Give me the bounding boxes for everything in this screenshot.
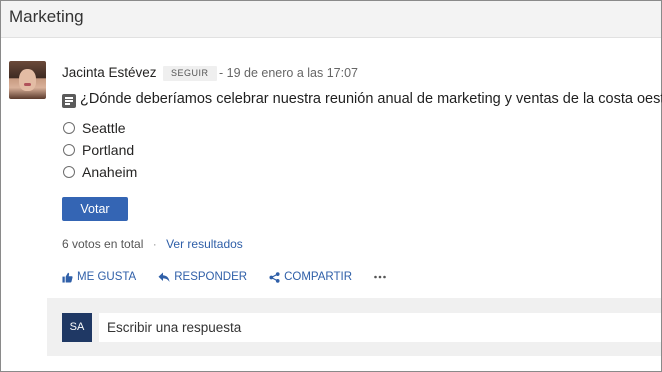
votes-total: 6 votos en total bbox=[62, 237, 144, 251]
reply-arrow-icon bbox=[158, 272, 170, 282]
reply-input[interactable]: Escribir una respuesta bbox=[99, 313, 661, 342]
radio-button[interactable] bbox=[63, 144, 75, 156]
poll-option-anaheim[interactable]: Anaheim bbox=[63, 163, 137, 181]
poll-option-portland[interactable]: Portland bbox=[63, 141, 134, 159]
more-ellipsis-icon bbox=[374, 275, 386, 279]
vote-button[interactable]: Votar bbox=[62, 197, 128, 221]
like-button[interactable]: ME GUSTA bbox=[62, 271, 136, 283]
reply-label: RESPONDER bbox=[174, 271, 248, 283]
more-options-button[interactable] bbox=[374, 275, 390, 279]
like-label: ME GUSTA bbox=[77, 271, 137, 283]
share-button[interactable]: COMPARTIR bbox=[269, 271, 352, 283]
option-label: Seattle bbox=[82, 120, 126, 136]
poll-question: ¿Dónde deberíamos celebrar nuestra reuni… bbox=[80, 91, 662, 107]
poll-icon bbox=[62, 94, 76, 108]
share-label: COMPARTIR bbox=[284, 271, 353, 283]
poll-option-seattle[interactable]: Seattle bbox=[63, 119, 126, 137]
radio-button[interactable] bbox=[63, 122, 75, 134]
post-timestamp[interactable]: - 19 de enero a las 17:07 bbox=[219, 66, 358, 80]
author-avatar[interactable] bbox=[9, 61, 46, 99]
option-label: Anaheim bbox=[82, 164, 138, 180]
separator-dot: · bbox=[152, 237, 157, 251]
post-window: Marketing Jacinta Estévez SEGUIR - 19 de… bbox=[0, 0, 662, 372]
author-name[interactable]: Jacinta Estévez bbox=[62, 65, 157, 80]
view-results-link[interactable]: Ver resultados bbox=[166, 237, 243, 251]
follow-button[interactable]: SEGUIR bbox=[163, 66, 217, 81]
current-user-avatar[interactable]: SA bbox=[62, 313, 92, 342]
thumbs-up-icon bbox=[62, 272, 73, 283]
group-header: Marketing bbox=[1, 1, 661, 38]
post-actions: ME GUSTA RESPONDER COMPARTIR bbox=[62, 269, 390, 285]
poll-summary: 6 votos en total · Ver resultados bbox=[62, 237, 243, 251]
share-icon bbox=[269, 271, 280, 283]
radio-button[interactable] bbox=[63, 166, 75, 178]
group-title: Marketing bbox=[9, 7, 84, 26]
reply-button[interactable]: RESPONDER bbox=[158, 271, 247, 283]
option-label: Portland bbox=[82, 142, 135, 158]
